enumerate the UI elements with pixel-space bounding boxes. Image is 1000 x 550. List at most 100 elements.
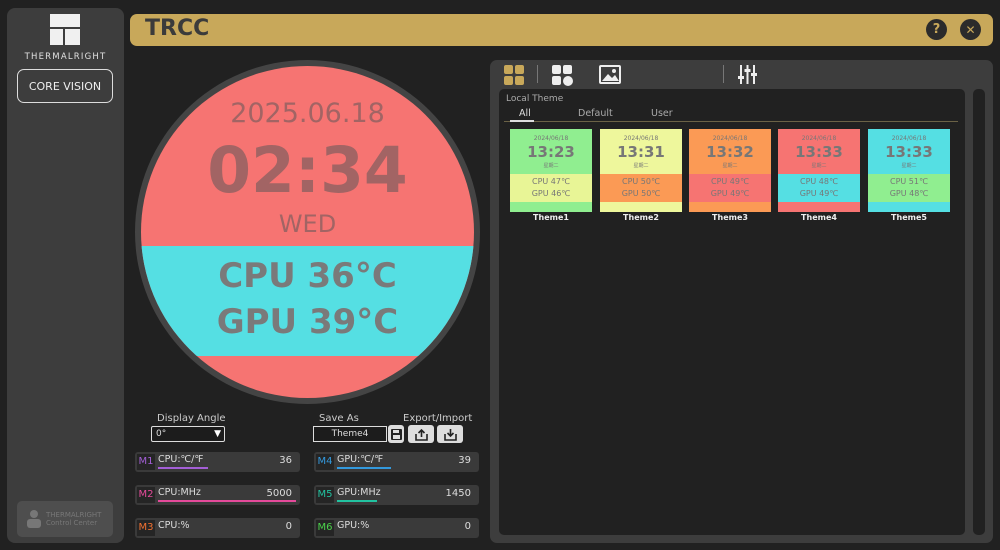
local-theme-label: Local Theme — [506, 94, 564, 104]
metric-bar — [158, 467, 208, 469]
metric-m6[interactable]: M6 GPU:% 0 — [314, 518, 479, 538]
theme-day: 星期二 — [543, 163, 559, 169]
metric-name: CPU:MHz — [158, 487, 201, 498]
tab-user[interactable]: User — [651, 108, 673, 119]
import-icon — [443, 428, 457, 441]
theme-gpu: GPU 46℃ — [531, 189, 571, 198]
theme-card-3[interactable]: 2024/06/18 13:32 星期二 CPU 49℃ GPU 49℃ — [689, 129, 771, 212]
theme-time: 13:31 — [617, 143, 665, 161]
theme-name: Theme2 — [623, 213, 659, 222]
metric-tag: M2 — [137, 487, 155, 503]
metric-tag: M5 — [316, 487, 334, 503]
metric-name: CPU:℃/℉ — [158, 454, 204, 465]
export-button[interactable] — [408, 425, 434, 443]
theme-day: 星期二 — [811, 163, 827, 169]
metric-value: 5000 — [266, 488, 292, 499]
theme-card-2[interactable]: 2024/06/18 13:31 星期二 CPU 50℃ GPU 50℃ — [600, 129, 682, 212]
metric-m5[interactable]: M5 GPU:MHz 1450 — [314, 485, 479, 505]
tab-default[interactable]: Default — [578, 108, 613, 119]
theme-name: Theme1 — [533, 213, 569, 222]
metric-tag: M3 — [137, 520, 155, 536]
theme-card-4[interactable]: 2024/06/18 13:33 星期二 CPU 48℃ GPU 49℃ — [778, 129, 860, 212]
theme-time: 13:33 — [795, 143, 843, 161]
metric-value: 0 — [464, 521, 471, 532]
metric-tag: M1 — [137, 454, 155, 470]
metric-m2[interactable]: M2 CPU:MHz 5000 — [135, 485, 300, 505]
theme-panel: Local Theme All Default User 2024/06/18 … — [490, 60, 993, 543]
footer-brand: THERMALRIGHT — [46, 511, 102, 519]
theme-name: Theme4 — [801, 213, 837, 222]
preview-date: 2025.06.18 — [230, 98, 385, 129]
theme-time: 13:23 — [527, 143, 575, 161]
theme-thumb-band: CPU 49℃ GPU 49℃ — [689, 174, 771, 202]
theme-card-5[interactable]: 2024/06/18 13:33 星期二 CPU 51℃ GPU 48℃ — [868, 129, 950, 212]
save-button[interactable] — [388, 425, 404, 443]
footer-subtitle: Control Center — [46, 519, 98, 527]
theme-gpu: GPU 49℃ — [799, 189, 839, 198]
theme-time: 13:33 — [885, 143, 933, 161]
export-import-label: Export/Import — [403, 413, 473, 424]
theme-name: Theme5 — [891, 213, 927, 222]
metric-bar — [337, 500, 377, 502]
theme-card-1[interactable]: 2024/06/18 13:23 星期二 CPU 47℃ GPU 46℃ — [510, 129, 592, 212]
theme-thumb-bottom — [510, 202, 592, 212]
theme-gpu: GPU 48℃ — [889, 189, 929, 198]
metric-value: 39 — [458, 455, 471, 466]
import-button[interactable] — [437, 425, 463, 443]
theme-thumb-band: CPU 48℃ GPU 49℃ — [778, 174, 860, 202]
close-button[interactable]: ✕ — [960, 19, 981, 40]
theme-gpu: GPU 49℃ — [710, 189, 750, 198]
preview-day: WED — [278, 210, 337, 238]
theme-date: 2024/06/18 — [623, 135, 659, 142]
toolbar-divider — [723, 65, 724, 83]
metric-m4[interactable]: M4 GPU:℃/℉ 39 — [314, 452, 479, 472]
theme-cpu: CPU 49℃ — [711, 177, 749, 186]
theme-time: 13:32 — [706, 143, 754, 161]
display-angle-label: Display Angle — [157, 413, 226, 424]
sidebar: THERMALRIGHT CORE VISION THERMALRIGHT Con… — [7, 8, 124, 543]
scrollbar[interactable] — [973, 89, 985, 535]
grid-icon[interactable] — [503, 64, 525, 86]
theme-thumb-bottom — [600, 202, 682, 212]
theme-cpu: CPU 50℃ — [622, 177, 660, 186]
theme-thumb-bottom — [689, 202, 771, 212]
theme-date: 2024/06/18 — [712, 135, 748, 142]
thermalright-logo-icon — [50, 14, 80, 45]
metric-bar — [337, 467, 391, 469]
core-vision-button[interactable]: CORE VISION — [17, 69, 113, 103]
user-icon — [27, 510, 41, 528]
tab-active-indicator — [510, 120, 534, 122]
theme-day: 星期二 — [633, 163, 649, 169]
tab-all[interactable]: All — [519, 108, 531, 119]
metric-m1[interactable]: M1 CPU:℃/℉ 36 — [135, 452, 300, 472]
metric-m3[interactable]: M3 CPU:% 0 — [135, 518, 300, 538]
display-angle-value: 0° — [156, 429, 167, 439]
metric-tag: M6 — [316, 520, 334, 536]
theme-date: 2024/06/18 — [801, 135, 837, 142]
theme-cpu: CPU 47℃ — [532, 177, 570, 186]
theme-name: Theme3 — [712, 213, 748, 222]
metric-value: 1450 — [445, 488, 471, 499]
theme-date: 2024/06/18 — [533, 135, 569, 142]
sliders-icon[interactable] — [737, 64, 758, 85]
title-bar: TRCC ? ✕ — [130, 14, 993, 46]
preview-temp-band: CPU 36°C GPU 39°C — [141, 246, 474, 356]
app-title: TRCC — [145, 16, 210, 41]
theme-gpu: GPU 50℃ — [621, 189, 661, 198]
chevron-down-icon: ▼ — [214, 429, 221, 439]
cloud-themes-icon[interactable] — [551, 64, 575, 86]
metric-name: GPU:℃/℉ — [337, 454, 384, 465]
theme-thumb-bottom — [868, 202, 950, 212]
image-icon[interactable] — [599, 65, 621, 84]
display-angle-select[interactable]: 0° ▼ — [151, 426, 225, 442]
metric-tag: M4 — [316, 454, 334, 470]
lcd-preview-frame: 2025.06.18 02:34 WED CPU 36°C GPU 39°C — [135, 60, 480, 404]
tab-underline — [504, 121, 958, 122]
preview-gpu-temp: GPU 39°C — [216, 302, 399, 342]
help-button[interactable]: ? — [926, 19, 947, 40]
metric-value: 0 — [285, 521, 292, 532]
theme-thumb-band: CPU 51℃ GPU 48℃ — [868, 174, 950, 202]
lcd-preview[interactable]: 2025.06.18 02:34 WED CPU 36°C GPU 39°C — [141, 66, 474, 398]
floppy-disk-icon — [390, 428, 402, 440]
save-as-input[interactable]: Theme4 — [313, 426, 387, 442]
